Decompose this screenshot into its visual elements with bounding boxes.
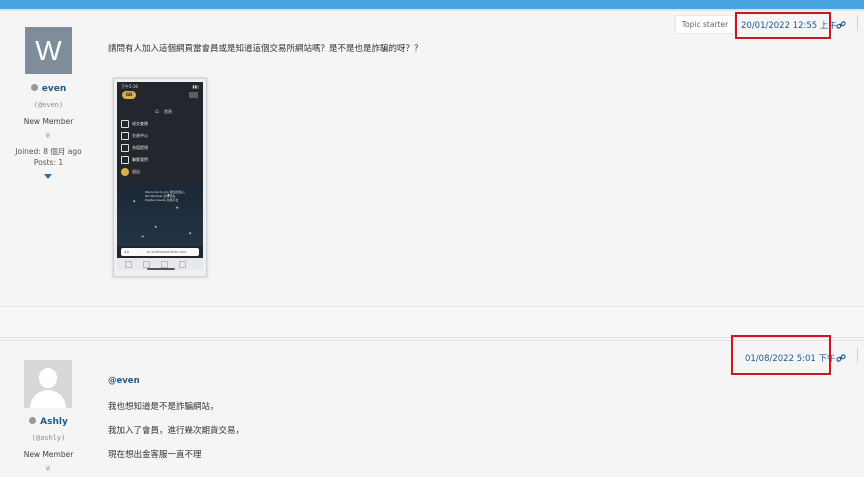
top-accent-bar xyxy=(0,0,864,9)
post-text: 請問有人加入這個網頁當會員或是知道這個交易所網站嗎？是不是也是詐騙的呀？？ xyxy=(108,44,423,54)
link-icon[interactable] xyxy=(836,353,846,363)
author-post-count: Posts: 1 xyxy=(33,158,64,167)
author-name[interactable]: Ashly xyxy=(40,417,68,427)
site-logo: GD xyxy=(122,91,136,99)
offline-status-icon xyxy=(30,84,38,91)
forum-post: W even (@even) New Member ❦ Joined: 8 個月… xyxy=(0,11,864,307)
menu-item-icon xyxy=(121,156,129,164)
menu-item: 交易中心 xyxy=(121,132,148,140)
phone-battery-icon: ▮▮▯ xyxy=(192,84,199,89)
author-joined: Joined: 8 個月 ago xyxy=(15,147,82,156)
author-role: New Member xyxy=(23,450,74,459)
phone-status-time: 下午5:16 xyxy=(121,84,138,89)
forum-post: Ashly (@ashly) New Member ❦ 01/08/2022 5… xyxy=(0,335,864,477)
author-handle: (@even) xyxy=(33,101,64,109)
link-icon[interactable] xyxy=(836,20,846,30)
author-role: New Member xyxy=(23,117,74,126)
menu-item: 聯繫我們 xyxy=(121,156,148,164)
post-text-line: 我也想知道是不是詐騙網站， xyxy=(108,402,219,412)
menu-item-icon xyxy=(121,132,129,140)
menu-item-icon xyxy=(121,120,129,128)
medal-icon: ❦ xyxy=(44,131,52,140)
author-name-row: even xyxy=(0,84,97,94)
highlight-box xyxy=(731,335,831,375)
post-text-line: 我加入了會員，進行幾次期貨交易， xyxy=(108,426,245,436)
avatar[interactable] xyxy=(24,360,72,408)
highlight-box xyxy=(735,12,831,39)
author-name[interactable]: even xyxy=(42,84,66,94)
browser-url-bar: AA m.starfoxmarkets.com xyxy=(121,248,199,256)
menu-item: 充值提現 xyxy=(121,144,148,152)
author-name-row: Ashly xyxy=(0,417,97,427)
topic-starter-badge: Topic starter xyxy=(675,15,735,34)
home-indicator xyxy=(147,268,175,270)
attachment-screenshot[interactable]: 下午5:16 ▮▮▯ GD ⌂ 首頁 成交查詢 交易中心 充值提現 聯繫我們 退… xyxy=(113,78,207,277)
banner-text: Welcome to join 歡迎您加入 GD Markets 全球領先 Di… xyxy=(145,190,185,202)
author-handle: (@ashly) xyxy=(31,434,66,442)
caret-down-icon[interactable] xyxy=(44,174,52,179)
menu-item: 成交查詢 xyxy=(121,120,148,128)
avatar[interactable]: W xyxy=(25,27,72,74)
user-mention[interactable]: @even xyxy=(108,376,140,386)
menu-home-label: 首頁 xyxy=(164,109,172,114)
phone-screen: 下午5:16 ▮▮▯ GD ⌂ 首頁 成交查詢 交易中心 充值提現 聯繫我們 退… xyxy=(117,82,203,270)
post-text-line: 現在想出金客服一直不理 xyxy=(108,450,202,460)
home-icon: ⌂ xyxy=(155,108,159,115)
medal-icon: ❦ xyxy=(44,464,52,473)
offline-status-icon xyxy=(29,417,37,424)
header-divider xyxy=(857,347,858,363)
menu-item-icon xyxy=(121,168,129,176)
menu-item: 退出 xyxy=(121,168,140,176)
menu-item-icon xyxy=(121,144,129,152)
hamburger-icon xyxy=(189,92,198,98)
header-divider xyxy=(857,15,858,31)
